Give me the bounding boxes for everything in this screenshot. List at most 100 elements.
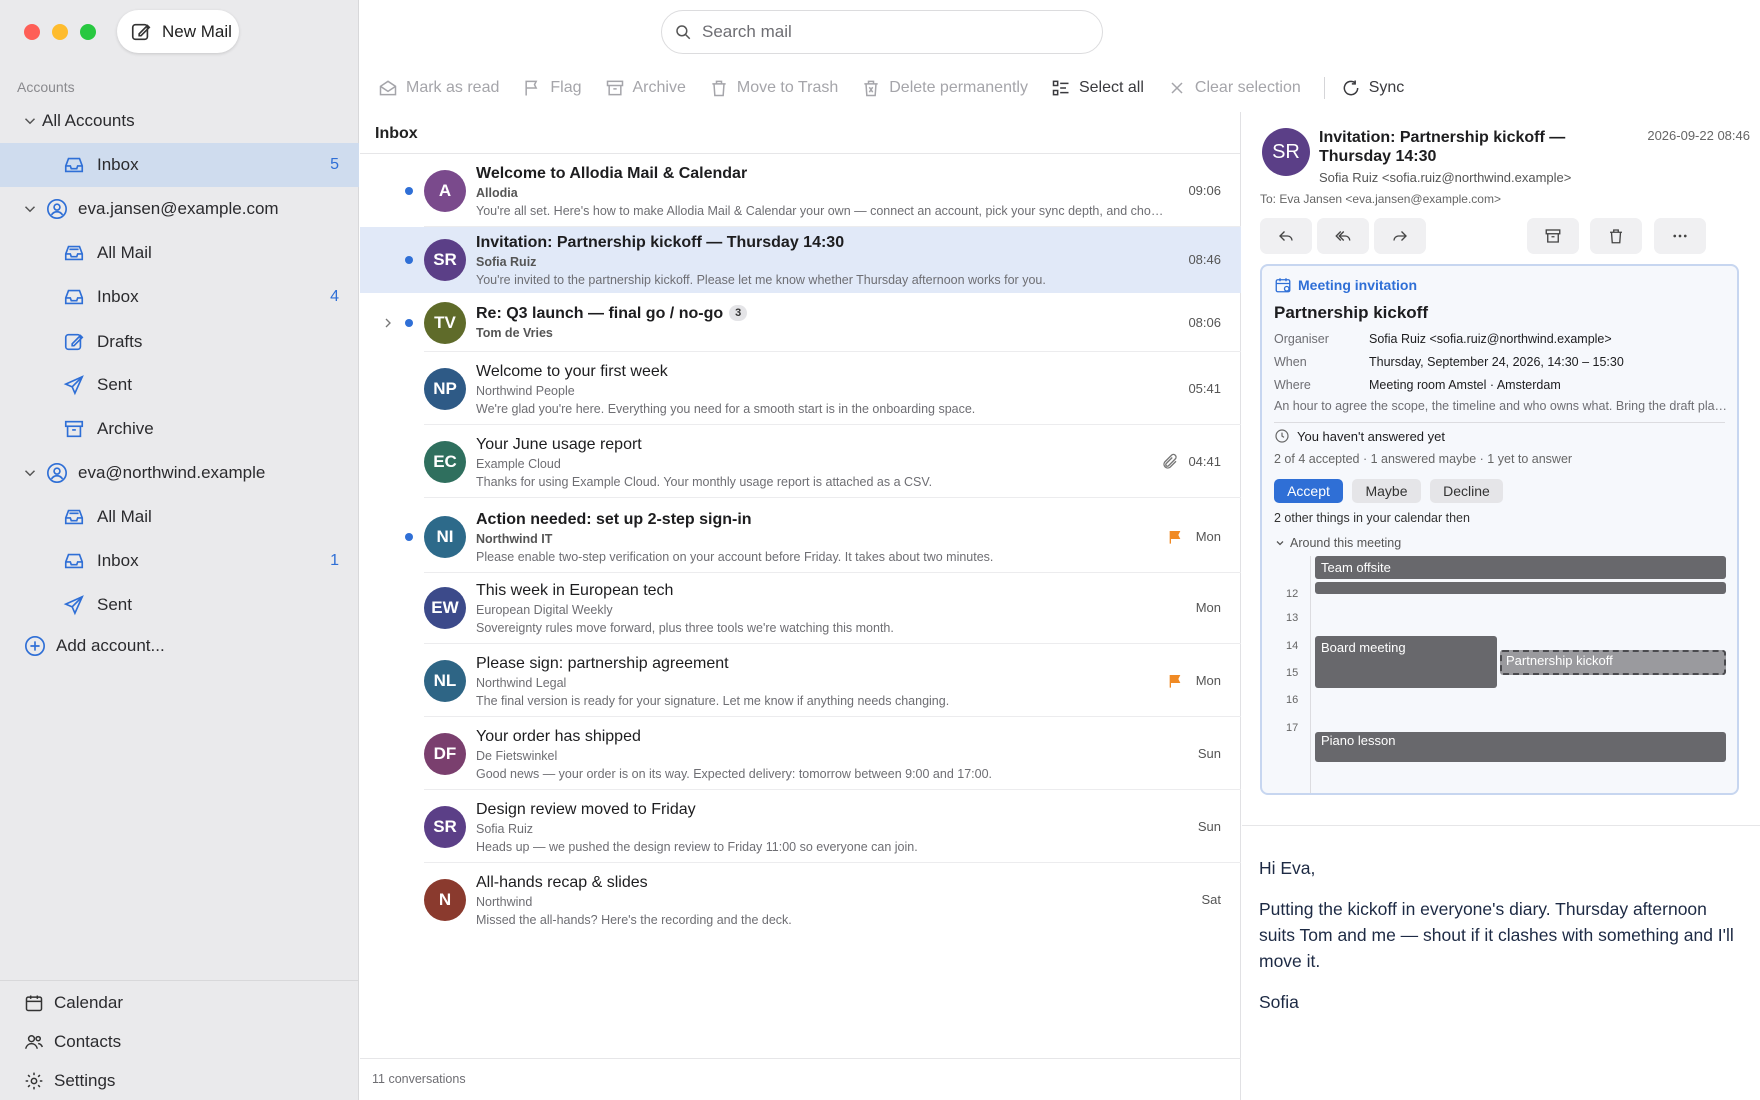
sidebar-item-label: Archive	[97, 419, 154, 438]
decline-button[interactable]: Decline	[1430, 479, 1503, 503]
mail-app: New Mail Accounts All Accounts Inbox 5 e…	[0, 0, 1760, 1100]
message-body: Hi Eva, Putting the kickoff in everyone'…	[1259, 855, 1739, 1030]
sidebar-item-inbox[interactable]: Inbox 4	[0, 275, 359, 319]
avatar: TV	[424, 301, 466, 344]
archive-button[interactable]: Archive	[605, 78, 686, 98]
contacts-icon	[24, 1032, 44, 1052]
account-eva-northwind[interactable]: eva@northwind.example	[0, 451, 359, 495]
archive-message-button[interactable]	[1527, 218, 1579, 254]
chevron-down-icon	[21, 200, 39, 218]
chevron-down-icon	[1274, 537, 1286, 549]
more-actions-button[interactable]	[1654, 218, 1706, 254]
message-row[interactable]: EW This week in European tech European Dig…	[360, 571, 1241, 644]
forward-button[interactable]	[1374, 218, 1426, 254]
maximize-window-button[interactable]	[80, 24, 96, 40]
event-board-meeting[interactable]: Board meeting	[1315, 636, 1497, 688]
divider	[1242, 825, 1760, 826]
sidebar-item-sent[interactable]: Sent	[0, 583, 359, 627]
sidebar: New Mail Accounts All Accounts Inbox 5 e…	[0, 0, 359, 1100]
sync-icon	[1341, 78, 1361, 98]
sync-button[interactable]: Sync	[1341, 78, 1404, 98]
search-input[interactable]: Search mail	[661, 10, 1103, 54]
hour-label: 12	[1286, 588, 1299, 600]
archive-icon	[605, 78, 625, 98]
trash-x-icon	[861, 78, 881, 98]
message-subject: All-hands recap & slides	[476, 874, 648, 892]
subject-text: Re: Q3 launch — final go / no-go	[476, 304, 724, 322]
accept-button[interactable]: Accept	[1274, 479, 1343, 503]
all-mail-icon	[63, 506, 85, 528]
sidebar-item-label: All Mail	[97, 243, 152, 262]
reply-all-button[interactable]	[1317, 218, 1369, 254]
avatar: NP	[424, 367, 466, 410]
delete-permanently-button[interactable]: Delete permanently	[861, 78, 1028, 98]
divider	[1274, 422, 1725, 423]
message-subject: Your order has shipped	[476, 728, 641, 746]
message-row[interactable]: DF Your order has shipped De Fietswinkel Go…	[360, 717, 1241, 790]
around-meeting-toggle[interactable]: Around this meeting	[1274, 536, 1401, 550]
message-sender: European Digital Weekly	[476, 602, 613, 617]
event-piano-lesson[interactable]: Piano lesson	[1315, 732, 1726, 762]
message-sender: Northwind	[476, 894, 533, 909]
sidebar-item-drafts[interactable]: Drafts	[0, 320, 359, 364]
mark-as-read-button[interactable]: Mark as read	[378, 78, 499, 98]
select-all-button[interactable]: Select all	[1051, 78, 1144, 98]
minimize-window-button[interactable]	[52, 24, 68, 40]
flag-icon[interactable]	[1167, 673, 1183, 689]
sent-icon	[63, 374, 85, 396]
message-preview: Good news — your order is on its way. Ex…	[476, 766, 993, 781]
organiser-value: Sofia Ruiz <sofia.ruiz@northwind.example…	[1369, 332, 1612, 346]
nav-contacts[interactable]: Contacts	[24, 1032, 121, 1052]
message-sender: Allodia	[476, 185, 518, 200]
nav-settings[interactable]: Settings	[24, 1071, 115, 1091]
nav-label: Contacts	[54, 1032, 122, 1051]
message-row[interactable]: NL Please sign: partnership agreement Nort…	[360, 644, 1241, 717]
message-subject: Please sign: partnership agreement	[476, 655, 729, 673]
message-row[interactable]: EC Your June usage report Example Cloud Tha…	[360, 425, 1241, 498]
sidebar-item-all-inbox[interactable]: Inbox 5	[0, 143, 359, 187]
message-row[interactable]: A Welcome to Allodia Mail & Calendar Allod…	[360, 154, 1241, 227]
unread-dot	[405, 532, 413, 541]
message-row[interactable]: TV Re: Q3 launch — final go / no-go 3 Tom d…	[360, 293, 1241, 352]
message-subject: Action needed: set up 2-step sign-in	[476, 511, 752, 529]
subject-text: Your order has shipped	[476, 727, 641, 745]
message-row[interactable]: N All-hands recap & slides Northwind Missed…	[360, 863, 1241, 936]
list-footer: 11 conversations	[360, 1058, 1241, 1099]
message-row[interactable]: SR Design review moved to Friday Sofia Rui…	[360, 790, 1241, 863]
event-team-offsite[interactable]: Team offsite	[1315, 556, 1726, 579]
message-sender: Northwind Legal	[476, 675, 567, 690]
sidebar-item-label: All Mail	[97, 507, 152, 526]
delete-message-button[interactable]	[1590, 218, 1642, 254]
sidebar-item-sent[interactable]: Sent	[0, 363, 359, 407]
sidebar-item-all-mail[interactable]: All Mail	[0, 495, 359, 539]
nav-calendar[interactable]: Calendar	[24, 993, 123, 1013]
reply-button[interactable]	[1260, 218, 1312, 254]
clear-selection-button[interactable]: Clear selection	[1167, 78, 1301, 98]
new-mail-button[interactable]: New Mail	[117, 10, 239, 53]
chevron-right-icon[interactable]	[380, 315, 396, 331]
sidebar-item-archive[interactable]: Archive	[0, 407, 359, 451]
message-row[interactable]: NI Action needed: set up 2-step sign-in No…	[360, 500, 1241, 573]
sidebar-item-all-mail[interactable]: All Mail	[0, 231, 359, 275]
sidebar-item-inbox[interactable]: Inbox 1	[0, 539, 359, 583]
move-to-trash-button[interactable]: Move to Trash	[709, 78, 838, 98]
flag-button[interactable]: Flag	[522, 78, 582, 98]
all-accounts-group[interactable]: All Accounts	[0, 99, 359, 143]
rsvp-status: You haven't answered yet	[1274, 428, 1445, 444]
body-paragraph: Sofia	[1259, 992, 1299, 1012]
account-eva-jansen[interactable]: eva.jansen@example.com	[0, 187, 359, 231]
accounts-section-label: Accounts	[17, 79, 75, 95]
close-window-button[interactable]	[24, 24, 40, 40]
sent-icon	[63, 594, 85, 616]
message-row[interactable]: SR Invitation: Partnership kickoff — Thur…	[360, 227, 1241, 293]
maybe-button[interactable]: Maybe	[1352, 479, 1421, 503]
flag-icon[interactable]	[1167, 529, 1183, 545]
compose-icon	[130, 21, 152, 43]
message-row[interactable]: NP Welcome to your first week Northwind Pe…	[360, 352, 1241, 425]
event-team-offsite-continued[interactable]	[1315, 582, 1726, 594]
add-account-button[interactable]: Add account...	[0, 624, 359, 668]
toolbar-divider	[1323, 77, 1325, 99]
event-partnership-kickoff[interactable]: Partnership kickoff	[1500, 650, 1726, 675]
body-paragraph: Putting the kickoff in everyone's diary.…	[1259, 899, 1734, 971]
row-divider	[424, 497, 1241, 498]
